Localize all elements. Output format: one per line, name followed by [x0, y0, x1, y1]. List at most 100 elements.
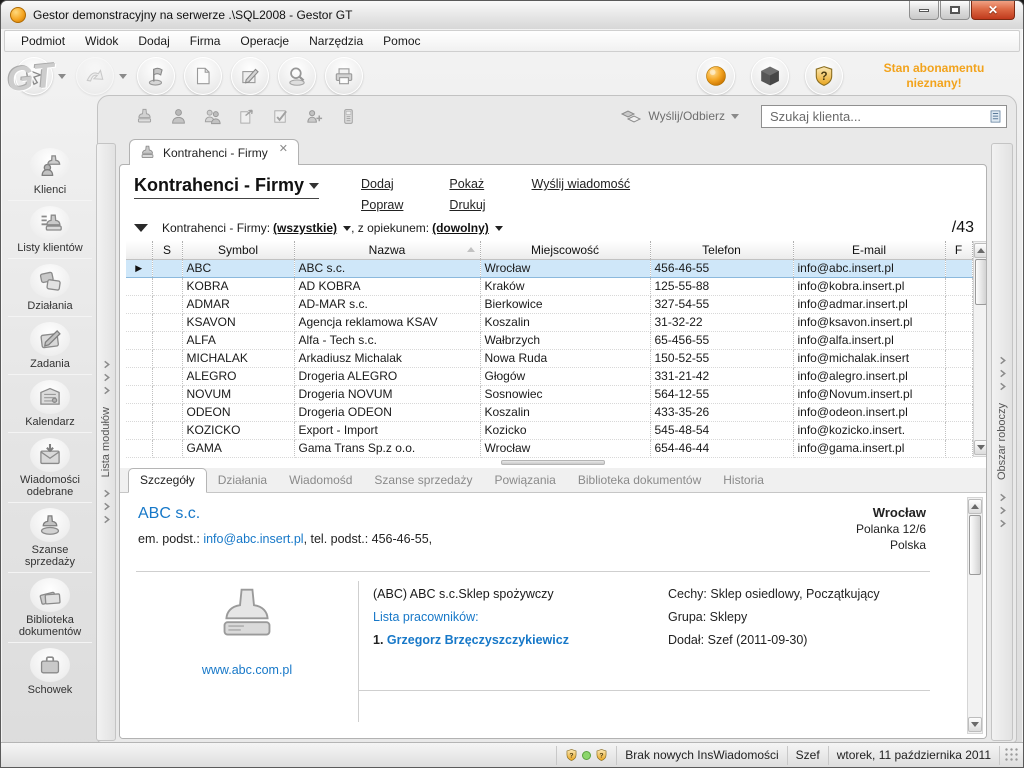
cell-nazwa[interactable]: Drogeria NOVUM — [294, 385, 480, 403]
cell-miejscowosc[interactable]: Kraków — [480, 277, 650, 295]
scrollbar-thumb[interactable] — [975, 259, 987, 305]
select-dropdown-caret[interactable] — [58, 74, 66, 79]
cell-symbol[interactable]: KSAVON — [182, 313, 294, 331]
cell-miejscowosc[interactable]: Koszalin — [480, 403, 650, 421]
cell-s[interactable] — [152, 259, 182, 277]
sidebar-item-zadania[interactable]: Zadania — [8, 317, 92, 375]
header-telefon[interactable]: Telefon — [650, 241, 793, 259]
persons-icon[interactable] — [203, 107, 222, 126]
title-bar[interactable]: Gestor demonstracyjny na serwerze .\SQL2… — [1, 1, 1023, 29]
preview-button[interactable] — [278, 57, 316, 95]
header-marker[interactable] — [126, 241, 152, 259]
stamp-icon[interactable] — [135, 107, 154, 126]
menu-pomoc[interactable]: Pomoc — [373, 31, 430, 51]
chevron-right-icon[interactable] — [102, 360, 111, 369]
table-row[interactable]: ▶ABCABC s.c.Wrocław456-46-55info@abc.ins… — [126, 259, 972, 277]
send-receive-button[interactable]: Wyślij/Odbierz — [620, 107, 739, 125]
cell-email[interactable]: info@alegro.insert.pl — [793, 367, 945, 385]
cell-s[interactable] — [152, 313, 182, 331]
sidebar-item-listy-klientow[interactable]: Listy klientów — [8, 201, 92, 259]
cell-nazwa[interactable]: ABC s.c. — [294, 259, 480, 277]
detail-tab-szanse-sprzedazy[interactable]: Szanse sprzedaży — [363, 469, 483, 492]
cell-f[interactable] — [945, 421, 972, 439]
cell-email[interactable]: info@kozicko.insert. — [793, 421, 945, 439]
phone-icon[interactable] — [339, 107, 358, 126]
menu-dodaj[interactable]: Dodaj — [128, 31, 179, 51]
minimize-button[interactable] — [909, 1, 939, 20]
email-link[interactable]: info@abc.insert.pl — [203, 532, 303, 546]
website-link[interactable]: www.abc.com.pl — [202, 663, 292, 677]
people-add-icon[interactable] — [305, 107, 324, 126]
menu-podmiot[interactable]: Podmiot — [11, 31, 75, 51]
edit-button[interactable] — [231, 57, 269, 95]
cell-symbol[interactable]: NOVUM — [182, 385, 294, 403]
chevron-right-icon[interactable] — [998, 382, 1007, 391]
chevron-right-icon[interactable] — [102, 373, 111, 382]
cell-email[interactable]: info@ksavon.insert.pl — [793, 313, 945, 331]
tab-close-icon[interactable]: ✕ — [279, 142, 288, 155]
cell-s[interactable] — [152, 421, 182, 439]
cell-nazwa[interactable]: Agencja reklamowa KSAV — [294, 313, 480, 331]
detail-tab-biblioteka-dokumentow[interactable]: Biblioteka dokumentów — [567, 469, 712, 492]
action-drukuj[interactable]: Drukuj — [449, 198, 485, 216]
cell-miejscowosc[interactable]: Koszalin — [480, 313, 650, 331]
menu-operacje[interactable]: Operacje — [230, 31, 299, 51]
redo-dropdown-caret[interactable] — [119, 74, 127, 79]
chevron-right-icon[interactable] — [998, 506, 1007, 515]
row-marker[interactable] — [126, 295, 152, 313]
insert-button[interactable] — [697, 57, 735, 95]
cell-symbol[interactable]: ALFA — [182, 331, 294, 349]
filter-dowolny-dropdown[interactable]: (dowolny) — [432, 221, 489, 235]
menu-narzedzia[interactable]: Narzędzia — [299, 31, 373, 51]
filter-caret-icon[interactable] — [343, 226, 351, 231]
header-s[interactable]: S — [152, 241, 182, 259]
cell-nazwa[interactable]: Drogeria ODEON — [294, 403, 480, 421]
row-marker[interactable] — [126, 313, 152, 331]
cell-miejscowosc[interactable]: Wrocław — [480, 439, 650, 457]
cell-telefon[interactable]: 150-52-55 — [650, 349, 793, 367]
cell-telefon[interactable]: 654-46-44 — [650, 439, 793, 457]
table-row[interactable]: MICHALAKArkadiusz MichalakNowa Ruda150-5… — [126, 349, 972, 367]
cell-s[interactable] — [152, 277, 182, 295]
detail-tab-historia[interactable]: Historia — [712, 469, 775, 492]
row-marker[interactable] — [126, 439, 152, 457]
sidebar-item-wiadomosci-odebrane[interactable]: Wiadomości odebrane — [8, 433, 92, 503]
cell-f[interactable] — [945, 277, 972, 295]
chevron-right-icon[interactable] — [998, 356, 1007, 365]
row-marker[interactable] — [126, 385, 152, 403]
menu-widok[interactable]: Widok — [75, 31, 128, 51]
cell-email[interactable]: info@kobra.insert.pl — [793, 277, 945, 295]
header-nazwa[interactable]: Nazwa — [294, 241, 480, 259]
page-title-menu[interactable]: Kontrahenci - Firmy — [134, 175, 319, 199]
person-icon[interactable] — [169, 107, 188, 126]
redo-button[interactable] — [76, 57, 114, 95]
row-marker[interactable] — [126, 331, 152, 349]
cell-telefon[interactable]: 125-55-88 — [650, 277, 793, 295]
table-row[interactable]: KSAVONAgencja reklamowa KSAVKoszalin31-3… — [126, 313, 972, 331]
cell-nazwa[interactable]: Alfa - Tech s.c. — [294, 331, 480, 349]
cell-miejscowosc[interactable]: Wrocław — [480, 259, 650, 277]
cell-telefon[interactable]: 564-12-55 — [650, 385, 793, 403]
cell-f[interactable] — [945, 259, 972, 277]
doc-send-icon[interactable] — [237, 107, 256, 126]
cell-symbol[interactable]: ALEGRO — [182, 367, 294, 385]
cell-miejscowosc[interactable]: Kozicko — [480, 421, 650, 439]
header-email[interactable]: E-mail — [793, 241, 945, 259]
maximize-button[interactable] — [940, 1, 970, 20]
cell-symbol[interactable]: ABC — [182, 259, 294, 277]
table-row[interactable]: KOBRAAD KOBRAKraków125-55-88info@kobra.i… — [126, 277, 972, 295]
scroll-down-button[interactable] — [974, 440, 988, 455]
cell-email[interactable]: info@gama.insert.pl — [793, 439, 945, 457]
search-input[interactable] — [768, 108, 988, 125]
new-document-button[interactable] — [184, 57, 222, 95]
chevron-right-icon[interactable] — [998, 369, 1007, 378]
cell-miejscowosc[interactable]: Nowa Ruda — [480, 349, 650, 367]
filter-caret-icon[interactable] — [495, 226, 503, 231]
cell-telefon[interactable]: 331-21-42 — [650, 367, 793, 385]
row-marker[interactable] — [126, 277, 152, 295]
scroll-up-button[interactable] — [968, 499, 982, 514]
chevron-right-icon[interactable] — [998, 493, 1007, 502]
cell-f[interactable] — [945, 349, 972, 367]
cell-email[interactable]: info@odeon.insert.pl — [793, 403, 945, 421]
action-wyslij-wiadomosc[interactable]: Wyślij wiadomość — [532, 177, 631, 195]
